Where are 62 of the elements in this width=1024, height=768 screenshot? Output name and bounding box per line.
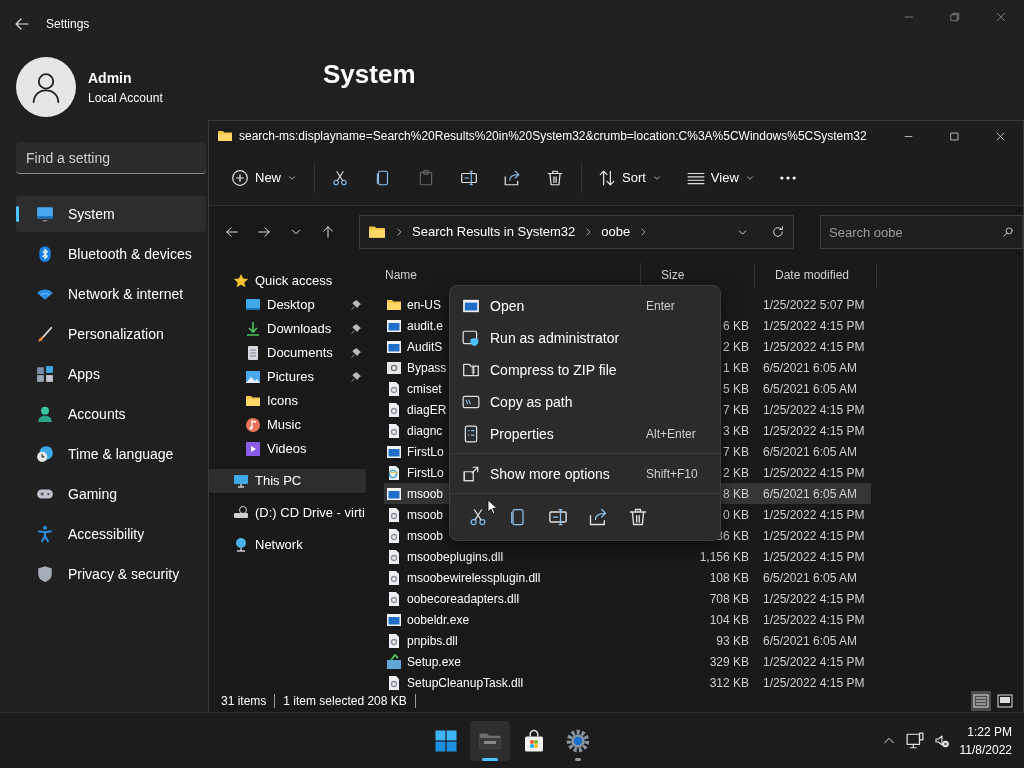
file-name: msoob — [407, 527, 444, 545]
selection-info: 1 item selected 208 KB — [283, 693, 407, 710]
file-size: 104 KB — [709, 612, 749, 627]
file-name: AuditS — [407, 338, 443, 356]
file-size: 329 KB — [709, 654, 749, 669]
file-size: 93 KB — [716, 633, 749, 648]
file-date: 1/25/2022 4:15 PM — [763, 654, 865, 669]
file-size: 312 KB — [709, 675, 749, 690]
file-date: 1/25/2022 4:15 PM — [763, 612, 865, 627]
file-name: msoobewirelessplugin.dll — [407, 569, 541, 587]
file-date: 1/25/2022 4:15 PM — [763, 528, 865, 543]
file-date: 1/25/2022 4:15 PM — [763, 465, 865, 480]
window-title: search-ms:displayname=Search%20Results%20in%20System32&crumb=location:C%3A%5CWindows%5CSystem32 — [239, 128, 867, 145]
file-name: Bypass — [407, 359, 447, 377]
file-name: pnpibs.dll — [407, 632, 458, 650]
file-size: 7 KB — [723, 444, 749, 459]
file-size: 3 KB — [723, 423, 749, 438]
file-name: audit.e — [407, 317, 444, 335]
file-name: Setup.exe — [407, 653, 462, 671]
file-name: oobeldr.exe — [407, 611, 470, 629]
file-size: 2 KB — [723, 465, 749, 480]
file-name: FirstLo — [407, 464, 444, 482]
file-size: 8 KB — [723, 486, 749, 501]
file-date: 1/25/2022 4:15 PM — [763, 423, 865, 438]
file-size: 5 KB — [723, 381, 749, 396]
file-date: 1/25/2022 4:15 PM — [763, 675, 865, 690]
file-name: msoob — [407, 506, 444, 524]
user-name: Admin — [88, 68, 133, 88]
file-date: 6/5/2021 6:05 AM — [763, 486, 858, 501]
file-name: SetupCleanupTask.dll — [407, 674, 524, 692]
file-size: 6 KB — [723, 318, 749, 333]
file-name: msoob — [407, 485, 444, 503]
file-name: diagnc — [407, 422, 443, 440]
file-name: diagER — [407, 401, 447, 419]
file-name: en-US — [407, 296, 441, 314]
file-date: 6/5/2021 6:05 AM — [763, 444, 858, 459]
file-size: 1 KB — [723, 360, 749, 375]
file-date: 1/25/2022 5:07 PM — [763, 297, 865, 312]
file-size: 1,156 KB — [699, 549, 749, 564]
file-date: 1/25/2022 4:15 PM — [763, 339, 865, 354]
file-size: 0 KB — [723, 507, 749, 522]
file-date: 1/25/2022 4:15 PM — [763, 549, 865, 564]
file-size: 2 KB — [723, 339, 749, 354]
account-type: Local Account — [88, 89, 164, 107]
file-date: 1/25/2022 4:15 PM — [763, 402, 865, 417]
item-count: 31 items — [221, 693, 267, 710]
file-name: oobecoreadapters.dll — [407, 590, 520, 608]
file-date: 6/5/2021 6:05 AM — [763, 633, 858, 648]
file-date: 1/25/2022 4:15 PM — [763, 591, 865, 606]
file-date: 6/5/2021 6:05 AM — [763, 570, 858, 585]
page-heading: System — [323, 57, 416, 91]
file-date: 1/25/2022 4:15 PM — [763, 507, 865, 522]
file-date: 6/5/2021 6:05 AM — [763, 381, 858, 396]
file-date: 1/25/2022 4:15 PM — [763, 318, 865, 333]
window-title: Settings — [46, 16, 90, 33]
file-date: 6/5/2021 6:05 AM — [763, 360, 858, 375]
file-size: 708 KB — [709, 591, 749, 606]
file-name: msoobeplugins.dll — [407, 548, 504, 566]
file-name: FirstLo — [407, 443, 444, 461]
file-size: 108 KB — [709, 570, 749, 585]
file-name: cmiset — [407, 380, 442, 398]
file-size: 7 KB — [723, 402, 749, 417]
